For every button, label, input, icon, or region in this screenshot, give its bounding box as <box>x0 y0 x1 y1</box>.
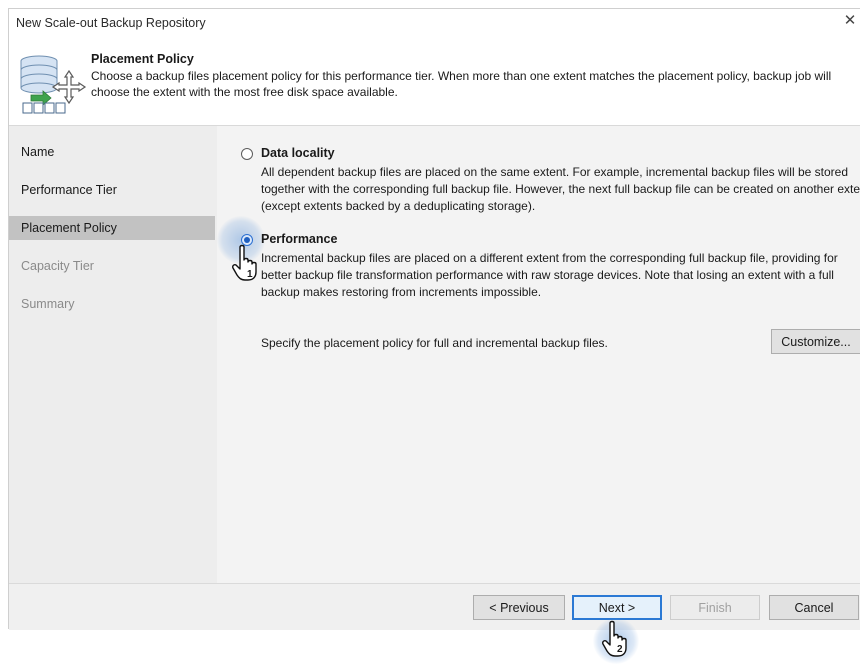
data-locality-description: All dependent backup files are placed on… <box>261 165 860 213</box>
wizard-window: New Scale-out Backup Repository ✕ Placem… <box>8 8 860 664</box>
sidebar-item-capacity-tier: Capacity Tier <box>21 259 94 273</box>
step-badge-2: 2 <box>617 644 623 655</box>
data-locality-radio[interactable] <box>241 148 253 160</box>
page-title: Placement Policy <box>91 52 194 66</box>
performance-description: Incremental backup files are placed on a… <box>261 251 838 299</box>
wizard-steps-sidebar: Name Performance Tier Placement Policy C… <box>9 126 217 583</box>
sidebar-item-placement-policy[interactable]: Placement Policy <box>9 216 215 240</box>
placement-policy-panel: Data locality All dependent backup files… <box>217 126 860 583</box>
title-bar: New Scale-out Backup Repository ✕ <box>9 9 860 35</box>
next-button[interactable]: Next > <box>572 595 662 620</box>
close-icon[interactable]: ✕ <box>841 12 859 30</box>
previous-button[interactable]: < Previous <box>473 595 565 620</box>
finish-button: Finish <box>670 595 760 620</box>
wizard-footer: < Previous Next > Finish Cancel 2 <box>9 583 860 664</box>
step-badge-1: 1 <box>247 269 253 280</box>
specify-policy-text: Specify the placement policy for full an… <box>261 336 608 350</box>
sidebar-item-name[interactable]: Name <box>9 140 215 164</box>
sidebar-item-performance-tier[interactable]: Performance Tier <box>9 178 215 202</box>
sidebar-item-summary: Summary <box>21 297 75 311</box>
customize-button[interactable]: Customize... <box>771 329 860 354</box>
repository-move-icon <box>20 55 87 114</box>
cancel-button[interactable]: Cancel <box>769 595 859 620</box>
hand-pointer-icon <box>232 244 257 281</box>
window-title: New Scale-out Backup Repository <box>16 16 206 30</box>
page-description: Choose a backup files placement policy f… <box>91 69 832 99</box>
data-locality-label[interactable]: Data locality <box>261 146 335 160</box>
wizard-header: Placement Policy Choose a backup files p… <box>9 35 860 125</box>
hand-pointer-icon <box>602 620 627 657</box>
performance-label[interactable]: Performance <box>261 232 337 246</box>
